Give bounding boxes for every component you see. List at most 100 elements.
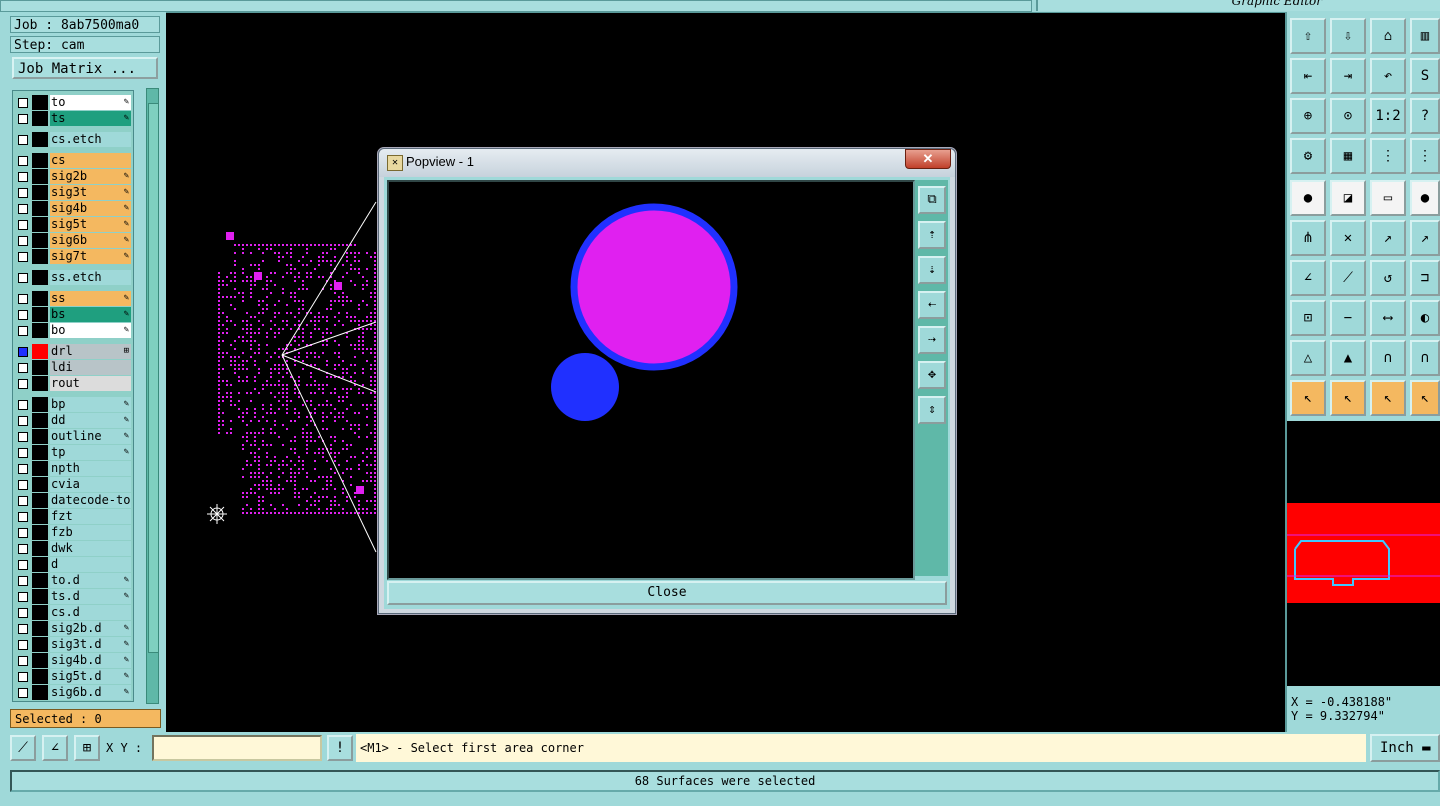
- layer-color-swatch[interactable]: [32, 509, 48, 524]
- layer-name[interactable]: drl ⊞: [50, 344, 131, 359]
- layer-checkbox[interactable]: [18, 480, 28, 490]
- layer-color-swatch[interactable]: [32, 413, 48, 428]
- tool-select-box-icon[interactable]: ↖: [1330, 380, 1366, 416]
- layer-name[interactable]: bo ✎: [50, 323, 131, 338]
- layer-color-swatch[interactable]: [32, 132, 48, 147]
- layer-row-sig5t[interactable]: sig5t ✎: [15, 217, 133, 232]
- layer-row-to[interactable]: to ✎: [15, 95, 133, 110]
- layer-checkbox[interactable]: [18, 464, 28, 474]
- tool-select-net-icon[interactable]: ↖: [1410, 380, 1440, 416]
- layer-name[interactable]: dwk: [50, 541, 131, 556]
- layer-row-ts[interactable]: ts ✎: [15, 111, 133, 126]
- layer-name[interactable]: rout: [50, 376, 131, 391]
- layer-checkbox[interactable]: [18, 624, 28, 634]
- tool-frame-icon[interactable]: ⊐: [1410, 260, 1440, 296]
- layer-checkbox[interactable]: [18, 544, 28, 554]
- layer-row-ts-d[interactable]: ts.d ✎: [15, 589, 133, 604]
- layer-checkbox[interactable]: [18, 528, 28, 538]
- tool-edit-bottom-icon[interactable]: ⇩: [1330, 18, 1366, 54]
- layer-row-cs[interactable]: cs: [15, 153, 133, 168]
- layer-checkbox[interactable]: [18, 608, 28, 618]
- overview-map[interactable]: [1287, 421, 1440, 686]
- tool-node-icon[interactable]: ⊡: [1290, 300, 1326, 336]
- layer-name[interactable]: sig2b.d ✎: [50, 621, 131, 636]
- layer-name[interactable]: cs.d: [50, 605, 131, 620]
- layer-checkbox[interactable]: [18, 640, 28, 650]
- layer-name[interactable]: sig7t ✎: [50, 249, 131, 264]
- layer-name[interactable]: sig5t ✎: [50, 217, 131, 232]
- layer-row-sig6b-d[interactable]: sig6b.d ✎: [15, 685, 133, 700]
- snap-tool-icon[interactable]: ⟋: [10, 735, 36, 761]
- layer-row-sig6b[interactable]: sig6b ✎: [15, 233, 133, 248]
- tool-triangle-icon[interactable]: △: [1290, 340, 1326, 376]
- layer-name[interactable]: cs: [50, 153, 131, 168]
- layer-color-swatch[interactable]: [32, 445, 48, 460]
- layer-checkbox[interactable]: [18, 273, 28, 283]
- tool-select-icon[interactable]: ↖: [1290, 380, 1326, 416]
- popview-tool-left-icon[interactable]: ⇠: [918, 291, 946, 319]
- layer-row-sig4b[interactable]: sig4b ✎: [15, 201, 133, 216]
- layer-checkbox[interactable]: [18, 363, 28, 373]
- layer-row-sig3t-d[interactable]: sig3t.d ✎: [15, 637, 133, 652]
- layer-color-swatch[interactable]: [32, 397, 48, 412]
- layer-row-sig2b[interactable]: sig2b ✎: [15, 169, 133, 184]
- tool-undo-icon[interactable]: ↶: [1370, 58, 1406, 94]
- layer-name[interactable]: sig3t ✎: [50, 185, 131, 200]
- layer-checkbox[interactable]: [18, 400, 28, 410]
- layer-name[interactable]: sig6b ✎: [50, 233, 131, 248]
- layer-color-swatch[interactable]: [32, 525, 48, 540]
- layer-name[interactable]: sig3t.d ✎: [50, 637, 131, 652]
- job-matrix-button[interactable]: Job Matrix ...: [12, 57, 158, 79]
- layer-color-swatch[interactable]: [32, 477, 48, 492]
- layer-checkbox[interactable]: [18, 135, 28, 145]
- layer-row-ss[interactable]: ss ✎: [15, 291, 133, 306]
- layer-checkbox[interactable]: [18, 220, 28, 230]
- layer-color-swatch[interactable]: [32, 429, 48, 444]
- layer-name[interactable]: sig4b.d ✎: [50, 653, 131, 668]
- layer-name[interactable]: ts ✎: [50, 111, 131, 126]
- layer-checkbox[interactable]: [18, 252, 28, 262]
- layer-checkbox[interactable]: [18, 688, 28, 698]
- tool-arc-icon[interactable]: ↺: [1370, 260, 1406, 296]
- popview-tool-down-icon[interactable]: ⇣: [918, 256, 946, 284]
- layer-name[interactable]: fzt: [50, 509, 131, 524]
- layer-name[interactable]: to ✎: [50, 95, 131, 110]
- layer-row-ldi[interactable]: ldi: [15, 360, 133, 375]
- popview-canvas[interactable]: [387, 180, 915, 580]
- popview-tool-up-icon[interactable]: ⇡: [918, 221, 946, 249]
- layer-checkbox[interactable]: [18, 656, 28, 666]
- layer-color-swatch[interactable]: [32, 344, 48, 359]
- tool-grid-icon[interactable]: ▦: [1330, 138, 1366, 174]
- layer-name[interactable]: sig2b ✎: [50, 169, 131, 184]
- layer-color-swatch[interactable]: [32, 493, 48, 508]
- tool-zoom-fit-icon[interactable]: ⊕: [1290, 98, 1326, 134]
- layer-color-swatch[interactable]: [32, 233, 48, 248]
- layer-checkbox[interactable]: [18, 236, 28, 246]
- tool-shapes-icon[interactable]: ◐: [1410, 300, 1440, 336]
- tool-ruler-icon[interactable]: ▭: [1370, 180, 1406, 216]
- layer-color-swatch[interactable]: [32, 291, 48, 306]
- layer-checkbox[interactable]: [18, 560, 28, 570]
- layer-row-sig3t[interactable]: sig3t ✎: [15, 185, 133, 200]
- tool-angle-icon[interactable]: ∠: [1290, 260, 1326, 296]
- layer-checkbox[interactable]: [18, 379, 28, 389]
- layer-color-swatch[interactable]: [32, 307, 48, 322]
- layer-row-dwk[interactable]: dwk: [15, 541, 133, 556]
- layer-name[interactable]: fzb: [50, 525, 131, 540]
- layer-name[interactable]: ts.d ✎: [50, 589, 131, 604]
- xy-input[interactable]: [152, 735, 322, 761]
- layer-name[interactable]: sig4b ✎: [50, 201, 131, 216]
- tool-edit-top-icon[interactable]: ⇧: [1290, 18, 1326, 54]
- popview-tool-right-icon[interactable]: ⇢: [918, 326, 946, 354]
- layer-row-datecode-to[interactable]: datecode-to: [15, 493, 133, 508]
- layer-row-fzb[interactable]: fzb: [15, 525, 133, 540]
- tool-home-icon[interactable]: ⌂: [1370, 18, 1406, 54]
- tool-slash-icon[interactable]: ⟋: [1330, 260, 1366, 296]
- layer-row-sig2b-d[interactable]: sig2b.d ✎: [15, 621, 133, 636]
- popview-tool-fit-icon[interactable]: ⧉: [918, 186, 946, 214]
- layer-row-drl[interactable]: drl ⊞: [15, 344, 133, 359]
- layer-checkbox[interactable]: [18, 496, 28, 506]
- layer-row-outline[interactable]: outline ✎: [15, 429, 133, 444]
- scrollbar-thumb[interactable]: [148, 103, 159, 653]
- tool-cross-icon[interactable]: ✕: [1330, 220, 1366, 256]
